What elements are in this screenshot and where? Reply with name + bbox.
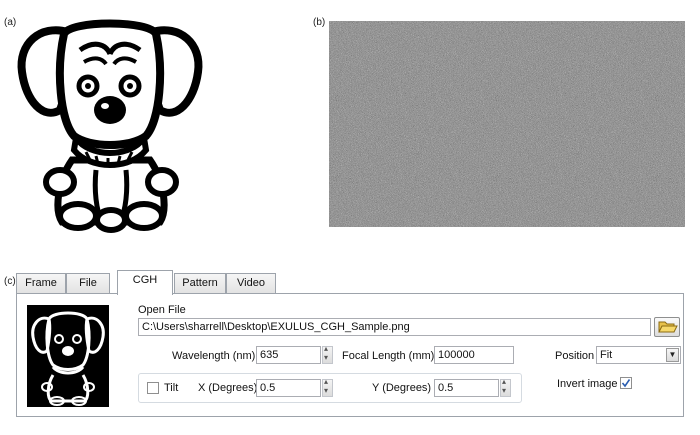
- tab-frame[interactable]: Frame: [16, 273, 66, 293]
- checkmark-icon: [621, 379, 631, 388]
- dog-illustration: [17, 19, 203, 233]
- image-preview-thumbnail: [27, 305, 109, 407]
- focal-length-label: Focal Length (mm): [342, 350, 435, 362]
- position-label: Position: [555, 350, 595, 362]
- position-select-value: Fit: [600, 349, 613, 361]
- position-select[interactable]: Fit ▼: [596, 346, 681, 364]
- file-path-field[interactable]: C:\Users\sharrell\Desktop\EXULUS_CGH_Sam…: [138, 318, 651, 336]
- focal-length-input[interactable]: 100000: [434, 346, 514, 364]
- y-degrees-spin-arrows-icon[interactable]: [500, 377, 511, 397]
- browse-file-button[interactable]: [654, 317, 680, 337]
- x-degrees-input[interactable]: 0.5: [256, 379, 321, 397]
- y-degrees-input[interactable]: 0.5: [434, 379, 499, 397]
- x-degrees-spin-arrows-icon[interactable]: [322, 377, 333, 397]
- tilt-label: Tilt: [164, 382, 179, 394]
- tilt-checkbox[interactable]: [147, 382, 159, 394]
- open-file-label: Open File: [138, 304, 186, 316]
- wavelength-label: Wavelength (nm): [172, 350, 256, 362]
- tab-video[interactable]: Video: [226, 273, 276, 293]
- tab-pattern[interactable]: Pattern: [174, 273, 226, 293]
- tab-file[interactable]: File: [66, 273, 110, 293]
- folder-open-icon: [658, 321, 678, 333]
- y-degrees-label: Y (Degrees): [372, 382, 432, 394]
- panel-c-label: (c): [4, 276, 16, 287]
- x-degrees-label: X (Degrees): [198, 382, 258, 394]
- invert-image-checkbox[interactable]: [620, 377, 632, 389]
- chevron-down-icon: ▼: [666, 348, 679, 362]
- panel-b-label: (b): [313, 17, 326, 28]
- invert-image-label: Invert image: [557, 378, 618, 390]
- tab-cgh[interactable]: CGH: [117, 270, 173, 295]
- wavelength-input[interactable]: 635: [256, 346, 321, 364]
- tab-bar: Frame File CGH Pattern Video: [16, 270, 676, 295]
- cgh-phase-pattern: [329, 21, 685, 227]
- wavelength-spin-arrows-icon[interactable]: [322, 344, 333, 364]
